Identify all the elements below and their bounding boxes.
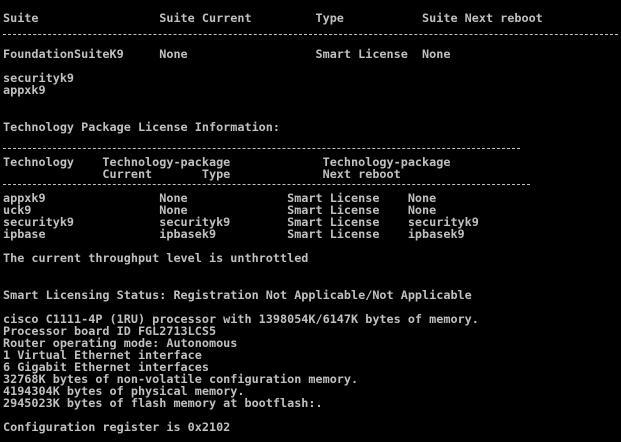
terminal-window[interactable]: Suite Suite Current Type Suite Next rebo…: [0, 0, 621, 442]
technology-table-header-line2: Current Type Next reboot: [3, 167, 401, 181]
flash-memory-line: 2945023K bytes of flash memory at bootfl…: [3, 396, 323, 410]
technology-table-header-divider: [3, 184, 530, 185]
smart-licensing-status-line: Smart Licensing Status: Registration Not…: [3, 288, 472, 302]
suite-row-foundation: FoundationSuiteK9 None Smart License Non…: [3, 47, 451, 61]
suite-table-header: Suite Suite Current Type Suite Next rebo…: [3, 11, 543, 25]
addon-license-appxk9: appxk9: [3, 83, 46, 97]
config-register-line: Configuration register is 0x2102: [3, 420, 231, 434]
technology-package-heading: Technology Package License Information:: [3, 120, 280, 134]
technology-table-top-divider: [3, 148, 520, 149]
suite-header-divider: [3, 34, 618, 35]
throughput-status-line: The current throughput level is unthrott…: [3, 251, 309, 265]
technology-row-ipbase: ipbase ipbasek9 Smart License ipbasek9: [3, 227, 465, 241]
